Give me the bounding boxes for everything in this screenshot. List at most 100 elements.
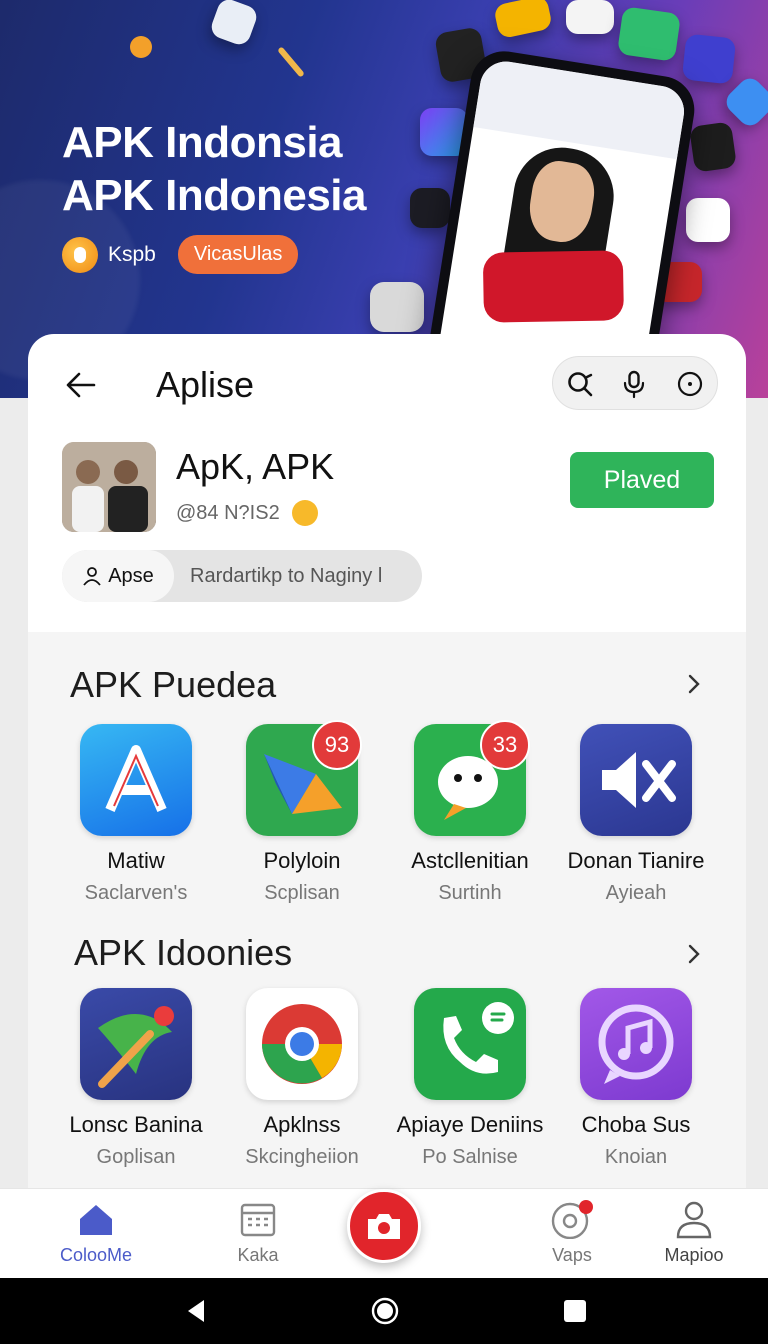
top-actions [552,356,718,410]
app-icon: 33 [414,720,530,836]
disc-icon [551,1200,593,1239]
nav-kaka[interactable]: Kaka [198,1199,318,1266]
hero-gadget-icon [689,121,737,173]
nav-vaps[interactable]: Vaps [512,1199,632,1266]
segment-other[interactable]: Rardartikp to Naginy l [174,550,422,602]
app-subtitle: Knoian [604,1146,668,1168]
section-title: APK Puedea [70,664,277,705]
section-title: APK Idoonies [74,932,293,973]
profile-icon [676,1201,712,1239]
chevron-right-icon[interactable] [684,944,704,964]
app-name: Astcllenitian [411,848,529,873]
app-tile[interactable]: 33 Astcllenitian Surtinh [390,720,550,905]
app-subtitle: Goplisan [96,1146,176,1168]
hero-camera-icon [370,282,424,332]
app-icon: 93 [246,720,362,836]
letter-a-icon [105,745,167,812]
camera-icon [368,1214,400,1239]
app-name: Polyloin [263,848,341,873]
hero-device-icon [410,188,450,228]
hero-app-icon [566,0,614,34]
profile-name: ApK, APK [176,446,335,487]
speaker-muted-icon [602,752,676,808]
back-arrow-icon[interactable] [64,368,98,402]
app-name: Choba Sus [581,1112,691,1137]
app-tile[interactable]: Donan Tianire Ayieah [556,724,716,905]
hero-action-button[interactable]: VicasUlas [177,235,299,274]
app-icon [580,724,692,836]
notification-badge: 93 [312,720,362,770]
nav-mapioo[interactable]: Mapioo [634,1199,754,1266]
hero-title-line1: APK Indonsia [62,118,343,167]
home-circle-icon[interactable] [370,1296,400,1326]
nav-vaps-label: Vaps [552,1245,592,1265]
app-icon [80,988,192,1100]
app-tile[interactable]: Matiw Saclarven's [56,724,216,905]
avatar-photo [62,442,156,532]
avatar[interactable] [62,442,156,532]
app-name: Donan Tianire [567,848,705,873]
hero-floating-icon [208,0,260,48]
leaf-icon [98,1006,174,1088]
nav-mapioo-label: Mapioo [664,1245,724,1265]
app-tile[interactable]: Apiaye Deniins Po Salnise [390,988,550,1169]
phone-call-icon [443,1002,514,1074]
nav-home[interactable]: ColooMe [36,1199,156,1266]
content-area: APK Puedea Matiw Saclarven's 93 Polyloin… [28,632,746,1194]
hero-app-icon [493,0,553,40]
nav-home-label: ColooMe [59,1245,133,1265]
hero-stick [277,46,305,78]
hero-title: APK Indonsia APK Indonesia [62,116,367,222]
more-icon[interactable] [675,369,705,399]
hero-title-line2: APK Indonesia [62,171,367,220]
hero-app-icon [681,33,737,85]
app-name: Apklnss [263,1112,341,1137]
app-icon [580,988,692,1100]
microphone-icon[interactable] [619,369,649,399]
calendar-icon [240,1203,276,1237]
hero-app-icon [721,73,768,131]
app-tile[interactable]: Apklnss Skcingheiion [222,988,382,1169]
app-subtitle: Ayieah [605,882,667,904]
segment-apse[interactable]: Apse [62,550,174,602]
coin-icon [62,236,98,273]
app-name: Apiaye Deniins [396,1112,544,1137]
recents-square-icon[interactable] [562,1298,588,1324]
app-name: Matiw [107,848,165,873]
segment-apse-label: Apse [108,564,154,587]
notification-badge: 33 [480,720,530,770]
hero-handle: Kspb [108,242,156,266]
profile-handle: @84 N?IS2 [176,502,280,524]
hero-dot [130,36,152,58]
played-button[interactable]: Plaved [570,452,714,508]
search-icon[interactable] [565,369,595,399]
chevron-right-icon[interactable] [684,674,704,694]
app-subtitle: Saclarven's [84,882,188,904]
music-bubble-icon [598,1004,674,1084]
app-tile[interactable]: Lonsc Banina Goplisan [56,988,216,1169]
segmented-control: Apse Rardartikp to Naginy l [62,550,422,602]
person-icon [83,567,101,586]
camera-button[interactable] [347,1189,421,1263]
app-subtitle: Scplisan [264,882,340,904]
app-name: Lonsc Banina [69,1112,203,1137]
app-subtitle: Po Salnise [422,1146,518,1168]
top-bar: Aplise [28,334,746,434]
bottom-navigation: ColooMe Kaka Vaps Mapioo [0,1188,768,1278]
chrome-icon [262,1004,342,1084]
hero-app-icon [686,198,730,242]
play-store-icon [616,6,682,62]
verified-badge-icon [292,500,318,526]
back-triangle-icon[interactable] [184,1298,208,1324]
system-navigation-bar [0,1278,768,1344]
app-subtitle: Surtinh [438,882,502,904]
app-icon [414,988,526,1100]
app-tile[interactable]: Choba Sus Knoian [556,988,716,1169]
main-card: Aplise ApK, APK @84 N?IS2 Plaved Apse Ra… [28,334,746,1194]
app-subtitle: Skcingheiion [245,1146,359,1168]
app-tile[interactable]: 93 Polyloin Scplisan [222,720,382,905]
hero-meta: Kspb VicasUlas [62,235,299,274]
app-icon [80,724,192,836]
page-title: Aplise [156,364,255,405]
nav-kaka-label: Kaka [237,1245,279,1265]
